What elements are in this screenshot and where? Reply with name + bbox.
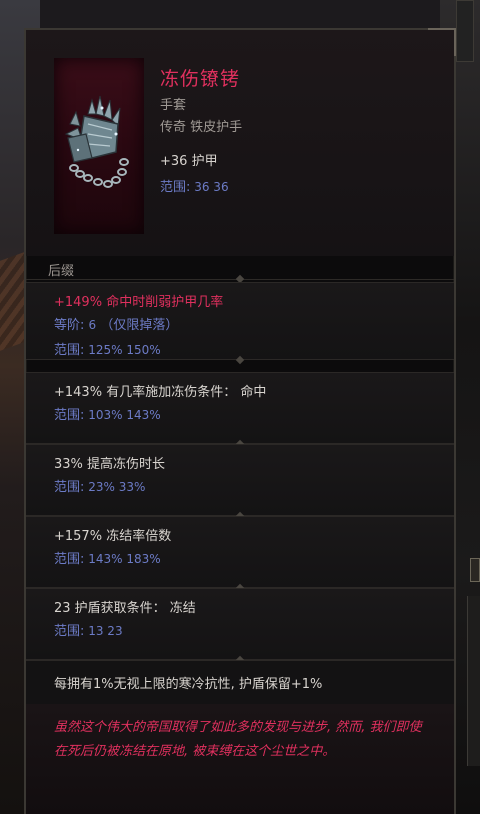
affix-text: +149% 命中时削弱护甲几率	[54, 295, 224, 310]
affix-range: 范围: 13 23	[54, 620, 123, 639]
background-side-panel	[467, 596, 480, 766]
item-subtype: 传奇 铁皮护手	[160, 120, 243, 135]
item-header: 冻伤镣铐 手套 传奇 铁皮护手 +36 护甲 范围: 36 36	[26, 30, 454, 256]
tier-label: 等阶:	[54, 318, 85, 333]
tier-note: （仅限掉落）	[100, 318, 179, 333]
affix-row: +157% 冻结率倍数 范围: 143% 183%	[26, 516, 454, 588]
item-name: 冻伤镣铐	[160, 68, 241, 90]
section-label-suffixes: 后缀	[48, 264, 75, 279]
affix-range: 范围: 103% 143%	[54, 404, 161, 423]
affix-row: +143% 有几率施加冻伤条件： 命中 范围: 103% 143%	[26, 372, 454, 444]
lore-text-box: 虽然这个伟大的帝国取得了如此多的发现与进步, 然而, 我们即使在死后仍被冻结在原…	[26, 704, 454, 814]
affix-row: 23 护盾获取条件： 冻结 范围: 13 23	[26, 588, 454, 660]
range-values: 143% 183%	[88, 552, 161, 566]
affix-text: 23 护盾获取条件： 冻结	[54, 601, 196, 616]
range-label: 范围:	[54, 624, 85, 639]
range-label: 范围:	[54, 480, 85, 495]
background-side-tab[interactable]	[470, 558, 480, 582]
special-effect-text: 每拥有1%无视上限的寒冷抗性, 护盾保留+1%	[54, 677, 323, 692]
background-rail	[456, 0, 474, 62]
affix-row: +149% 命中时削弱护甲几率 等阶: 6 （仅限掉落） 范围: 125% 15…	[26, 282, 454, 360]
implicit-range: 范围: 36 36	[160, 176, 229, 195]
range-label: 范围:	[54, 408, 85, 423]
affix-range: 范围: 23% 33%	[54, 476, 145, 495]
gauntlet-icon	[64, 95, 129, 188]
lore-text: 虽然这个伟大的帝国取得了如此多的发现与进步, 然而, 我们即使在死后仍被冻结在原…	[54, 720, 422, 759]
range-values: 23% 33%	[88, 480, 146, 494]
affix-text: +157% 冻结率倍数	[54, 529, 172, 544]
affix-range: 范围: 143% 183%	[54, 548, 161, 567]
range-label: 范围:	[54, 343, 85, 358]
special-effect: 每拥有1%无视上限的寒冷抗性, 护盾保留+1%	[26, 660, 454, 705]
range-label: 范围:	[160, 180, 191, 195]
item-type: 手套	[160, 98, 187, 113]
range-values: 125% 150%	[88, 343, 161, 357]
range-values: 36 36	[194, 180, 229, 194]
implicit-stat: +36 护甲	[160, 154, 218, 169]
tier-value: 6	[88, 318, 97, 332]
affix-row: 33% 提高冻伤时长 范围: 23% 33%	[26, 444, 454, 516]
affix-tier: 等阶: 6 （仅限掉落）	[54, 314, 178, 333]
item-tooltip: 冻伤镣铐 手套 传奇 铁皮护手 +36 护甲 范围: 36 36 后缀 +149…	[24, 28, 456, 814]
item-art	[54, 58, 144, 234]
range-values: 13 23	[88, 624, 123, 638]
affix-text: +143% 有几率施加冻伤条件： 命中	[54, 385, 267, 400]
affix-text: 33% 提高冻伤时长	[54, 457, 166, 472]
affix-range: 范围: 125% 150%	[54, 339, 161, 358]
range-values: 103% 143%	[88, 408, 161, 422]
range-label: 范围:	[54, 552, 85, 567]
